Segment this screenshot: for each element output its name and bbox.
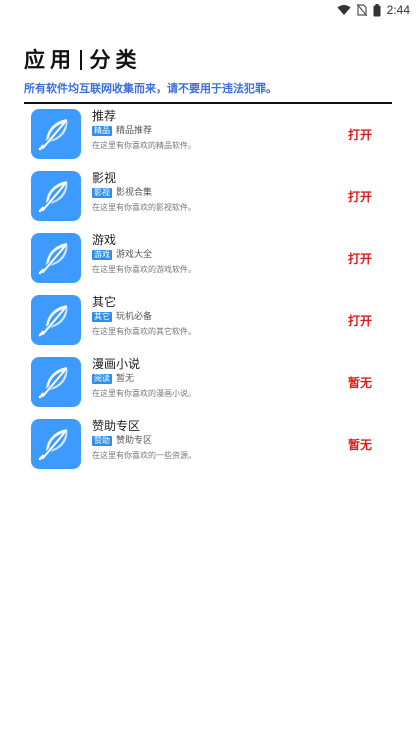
page-title-left: 应用 [24,48,76,72]
tag-row: 阅读 暂无 [92,374,134,384]
category-tag-label: 精品推荐 [116,126,153,136]
category-description: 在这里有你喜欢的漫画小说。 [92,389,196,398]
category-tag: 其它 [92,312,112,322]
open-button[interactable]: 打开 [348,188,372,205]
no-sim-icon [356,4,367,16]
category-tag: 影视 [92,188,112,198]
feather-icon [31,233,81,283]
tag-row: 精品 精品推荐 [92,126,152,136]
title-separator [80,50,82,70]
page-title-right: 分类 [89,48,142,72]
status-time: 2:44 [386,3,410,17]
open-button[interactable]: 打开 [348,126,372,143]
category-description: 在这里有你喜欢的一些资源。 [92,451,196,460]
category-tag-label: 影视合集 [116,188,153,198]
category-title: 其它 [92,295,117,309]
category-title: 漫画小说 [92,357,141,371]
header-divider [24,102,392,104]
category-tag: 阅读 [92,374,112,384]
page-title: 应用 分类 [24,46,142,74]
category-list: 推荐 精品 精品推荐 在这里有你喜欢的精品软件。 打开 影视 影视 影视合集 在… [0,106,416,478]
category-title: 游戏 [92,233,117,247]
category-description: 在这里有你喜欢的游戏软件。 [92,265,196,274]
category-description: 在这里有你喜欢的精品软件。 [92,141,196,150]
open-button[interactable]: 暂无 [348,436,372,453]
open-button[interactable]: 打开 [348,312,372,329]
wifi-icon [337,5,351,15]
category-tag: 游戏 [92,250,112,260]
battery-icon [373,3,381,16]
category-title: 赞助专区 [92,419,141,433]
category-tag-label: 赞助专区 [116,436,153,446]
feather-icon [31,295,81,345]
category-tag-label: 游戏大全 [116,250,153,260]
tag-row: 赞助 赞助专区 [92,436,152,446]
tag-row: 游戏 游戏大全 [92,250,152,260]
list-item[interactable]: 赞助专区 赞助 赞助专区 在这里有你喜欢的一些资源。 暂无 [0,416,416,478]
tag-row: 其它 玩机必备 [92,312,152,322]
disclaimer-text: 所有软件均互联网收集而来，请不要用于违法犯罪。 [24,82,277,95]
feather-icon [31,419,81,469]
category-description: 在这里有你喜欢的其它软件。 [92,327,196,336]
page-header: 应用 分类 [24,46,142,74]
list-item[interactable]: 游戏 游戏 游戏大全 在这里有你喜欢的游戏软件。 打开 [0,230,416,292]
feather-icon [31,357,81,407]
feather-icon [31,109,81,159]
category-description: 在这里有你喜欢的影视软件。 [92,203,196,212]
category-tag: 赞助 [92,436,112,446]
tag-row: 影视 影视合集 [92,188,152,198]
open-button[interactable]: 暂无 [348,374,372,391]
list-item[interactable]: 其它 其它 玩机必备 在这里有你喜欢的其它软件。 打开 [0,292,416,354]
open-button[interactable]: 打开 [348,250,372,267]
category-tag: 精品 [92,126,112,136]
category-tag-label: 暂无 [116,374,135,384]
list-item[interactable]: 推荐 精品 精品推荐 在这里有你喜欢的精品软件。 打开 [0,106,416,168]
category-tag-label: 玩机必备 [116,312,153,322]
list-item[interactable]: 影视 影视 影视合集 在这里有你喜欢的影视软件。 打开 [0,168,416,230]
category-title: 影视 [92,171,117,185]
category-title: 推荐 [92,109,117,123]
feather-icon [31,171,81,221]
status-bar: 2:44 [0,0,416,20]
list-item[interactable]: 漫画小说 阅读 暂无 在这里有你喜欢的漫画小说。 暂无 [0,354,416,416]
